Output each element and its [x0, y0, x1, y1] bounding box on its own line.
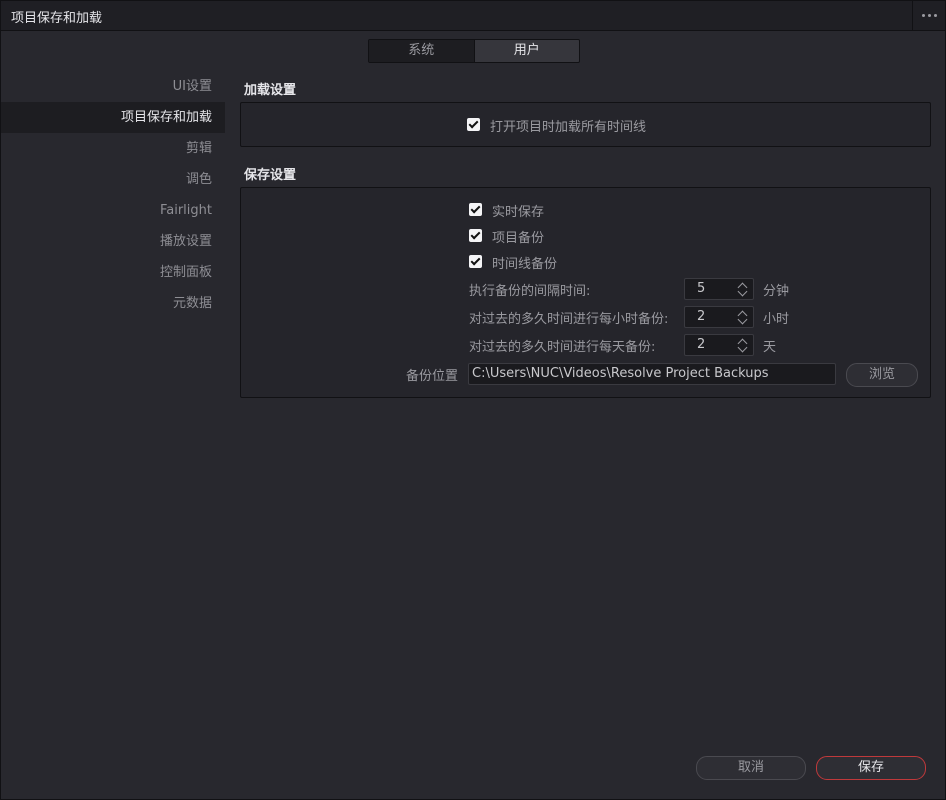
- sidebar-item-control-panels[interactable]: 控制面板: [1, 257, 225, 288]
- project-backup-label: 项目备份: [492, 231, 545, 246]
- timeline-backup-label: 时间线备份: [492, 257, 558, 272]
- backup-interval-stepper[interactable]: 5: [684, 278, 754, 300]
- sidebar-item-project-save-load[interactable]: 项目保存和加载: [1, 102, 225, 133]
- hourly-backup-label: 对过去的多久时间进行每小时备份:: [469, 312, 669, 327]
- sidebar-item-color[interactable]: 调色: [1, 164, 225, 195]
- project-backup-checkbox[interactable]: [469, 229, 482, 242]
- window-title: 项目保存和加载: [11, 11, 103, 26]
- daily-backup-stepper[interactable]: 2: [684, 334, 754, 356]
- sidebar-item-metadata[interactable]: 元数据: [1, 288, 225, 319]
- tab-group: 系统 用户: [368, 39, 580, 63]
- load-all-timelines-label: 打开项目时加载所有时间线: [490, 120, 647, 135]
- tab-system[interactable]: 系统: [369, 40, 474, 62]
- sidebar-item-edit[interactable]: 剪辑: [1, 133, 225, 164]
- backup-interval-value: 5: [697, 281, 706, 296]
- live-save-label: 实时保存: [492, 205, 545, 220]
- hourly-backup-unit: 小时: [763, 312, 790, 327]
- backup-location-field[interactable]: C:\Users\NUC\Videos\Resolve Project Back…: [468, 363, 836, 385]
- sidebar-item-ui-settings[interactable]: UI设置: [1, 71, 225, 102]
- preferences-window: 项目保存和加载 系统 用户 UI设置 项目保存和加载 剪辑 调色 Fairlig…: [0, 0, 946, 800]
- save-button[interactable]: 保存: [816, 756, 926, 780]
- live-save-checkbox[interactable]: [469, 203, 482, 216]
- hourly-backup-stepper[interactable]: 2: [684, 306, 754, 328]
- save-settings-title: 保存设置: [244, 168, 297, 183]
- backup-interval-label: 执行备份的间隔时间:: [469, 284, 591, 299]
- hourly-backup-value: 2: [697, 309, 706, 324]
- sidebar: UI设置 项目保存和加载 剪辑 调色 Fairlight 播放设置 控制面板 元…: [1, 71, 225, 319]
- backup-interval-unit: 分钟: [763, 284, 790, 299]
- title-bar: 项目保存和加载: [1, 1, 945, 31]
- more-options-icon[interactable]: [912, 1, 945, 30]
- browse-button[interactable]: 浏览: [846, 363, 918, 387]
- daily-backup-value: 2: [697, 337, 706, 352]
- sidebar-item-fairlight[interactable]: Fairlight: [1, 195, 225, 226]
- load-settings-title: 加载设置: [244, 83, 297, 98]
- tab-user[interactable]: 用户: [473, 40, 579, 62]
- backup-location-label: 备份位置: [405, 369, 458, 384]
- backup-location-value: C:\Users\NUC\Videos\Resolve Project Back…: [472, 366, 769, 381]
- load-all-timelines-checkbox[interactable]: [467, 118, 480, 131]
- daily-backup-label: 对过去的多久时间进行每天备份:: [469, 340, 656, 355]
- cancel-button[interactable]: 取消: [696, 756, 806, 780]
- timeline-backup-checkbox[interactable]: [469, 255, 482, 268]
- sidebar-item-playback[interactable]: 播放设置: [1, 226, 225, 257]
- daily-backup-unit: 天: [763, 340, 777, 355]
